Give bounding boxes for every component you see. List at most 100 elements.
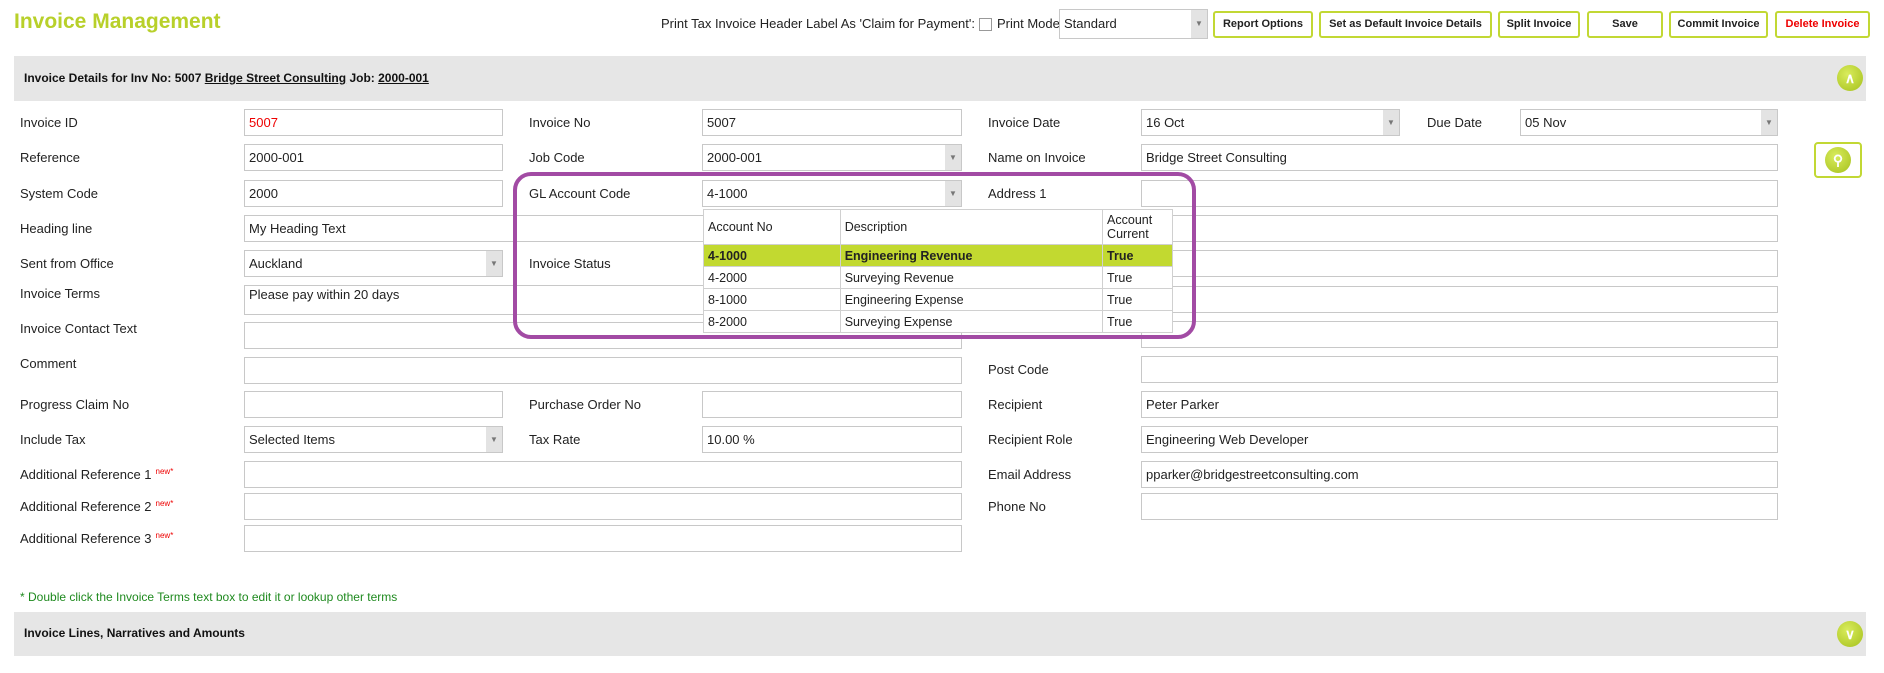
claim-for-payment-label: Print Tax Invoice Header Label As 'Claim… (661, 16, 975, 31)
label-text: Additional Reference 1 (20, 467, 152, 482)
comment-input[interactable] (244, 357, 962, 384)
invoice-date-select[interactable]: 16 Oct ▼ (1141, 109, 1400, 136)
save-button[interactable]: Save (1587, 11, 1663, 38)
client-link[interactable]: Bridge Street Consulting (205, 71, 346, 85)
set-default-invoice-details-button[interactable]: Set as Default Invoice Details (1319, 11, 1492, 38)
recipient-role-label: Recipient Role (988, 432, 1073, 447)
email-address-label: Email Address (988, 467, 1072, 482)
recipient-role-input[interactable]: Engineering Web Developer (1141, 426, 1778, 453)
invoice-status-label: Invoice Status (529, 256, 611, 271)
job-code-select[interactable]: 2000-001 ▼ (702, 144, 962, 171)
new-badge: new* (155, 467, 174, 476)
additional-reference-3-label: Additional Reference 3 new* (20, 525, 173, 552)
include-tax-value: Selected Items (249, 432, 335, 447)
account-no: 8-2000 (703, 310, 841, 333)
collapse-up-icon[interactable]: ∧ (1837, 65, 1863, 91)
due-date-value: 05 Nov (1525, 115, 1567, 130)
invoice-lines-header[interactable]: Invoice Lines, Narratives and Amounts ∨ (14, 612, 1866, 656)
expand-down-icon[interactable]: ∨ (1837, 621, 1863, 647)
progress-claim-no-label: Progress Claim No (20, 397, 130, 412)
label-text: Additional Reference 2 (20, 499, 152, 514)
additional-reference-2-input[interactable] (244, 493, 962, 520)
invoice-details-title: Invoice Details for Inv No: 5007 Bridge … (24, 71, 429, 85)
new-badge: new* (155, 499, 174, 508)
job-code-label: Job Code (529, 150, 585, 165)
due-date-label: Due Date (1427, 115, 1482, 130)
description: Engineering Expense (839, 288, 1104, 311)
print-mode-select[interactable]: Standard ▼ (1059, 9, 1208, 39)
sent-from-office-value: Auckland (249, 256, 303, 271)
dropdown-option[interactable]: 8-1000 Engineering Expense True (703, 288, 1173, 311)
account-current: True (1102, 244, 1173, 267)
tax-rate-input[interactable]: 10.00 % (702, 426, 962, 453)
column-header: Account No (703, 209, 841, 245)
split-invoice-button[interactable]: Split Invoice (1498, 11, 1580, 38)
description: Engineering Revenue (839, 244, 1104, 267)
contact-lookup-button[interactable]: ⚲ (1814, 142, 1862, 178)
report-options-button[interactable]: Report Options (1213, 11, 1313, 38)
email-address-input[interactable]: pparker@bridgestreetconsulting.com (1141, 461, 1778, 488)
job-code-value: 2000-001 (707, 150, 762, 165)
additional-reference-3-input[interactable] (244, 525, 962, 552)
progress-claim-no-input[interactable] (244, 391, 503, 418)
address-2-input[interactable] (1141, 215, 1778, 242)
gl-account-dropdown: Account No Description Account Current 4… (703, 209, 1173, 333)
invoice-number-text: Invoice Details for Inv No: 5007 (24, 71, 202, 85)
comment-label: Comment (20, 356, 77, 371)
commit-invoice-button[interactable]: Commit Invoice (1669, 11, 1768, 38)
job-label: Job: (349, 71, 375, 85)
address-4-input[interactable] (1141, 286, 1778, 313)
claim-for-payment-option[interactable]: Print Tax Invoice Header Label As 'Claim… (661, 11, 992, 37)
page-title: Invoice Management (14, 10, 221, 33)
chevron-down-icon: ▼ (1383, 110, 1399, 135)
dropdown-header-row: Account No Description Account Current (703, 209, 1173, 245)
additional-reference-1-input[interactable] (244, 461, 962, 488)
dropdown-option[interactable]: 4-2000 Surveying Revenue True (703, 266, 1173, 289)
phone-no-input[interactable] (1141, 493, 1778, 520)
additional-reference-1-label: Additional Reference 1 new* (20, 461, 173, 488)
chevron-down-icon: ▼ (945, 181, 961, 206)
sent-from-office-select[interactable]: Auckland ▼ (244, 250, 503, 277)
purchase-order-no-label: Purchase Order No (529, 397, 641, 412)
column-header: Account Current (1102, 209, 1173, 245)
post-code-input[interactable] (1141, 356, 1778, 383)
recipient-label: Recipient (988, 397, 1043, 412)
gl-account-code-value: 4-1000 (707, 186, 748, 201)
delete-invoice-button[interactable]: Delete Invoice (1775, 11, 1870, 38)
account-current: True (1102, 310, 1173, 333)
address-3-input[interactable] (1141, 250, 1778, 277)
address-5-input[interactable] (1141, 321, 1778, 348)
invoice-id-input[interactable]: 5007 (244, 109, 503, 136)
gl-account-code-label: GL Account Code (529, 186, 631, 201)
reference-input[interactable]: 2000-001 (244, 144, 503, 171)
claim-for-payment-checkbox[interactable] (978, 18, 992, 32)
system-code-input[interactable]: 2000 (244, 180, 503, 207)
invoice-id-label: Invoice ID (20, 115, 78, 130)
purchase-order-no-input[interactable] (702, 391, 962, 418)
include-tax-select[interactable]: Selected Items ▼ (244, 426, 503, 453)
footnote: * Double click the Invoice Terms text bo… (20, 590, 398, 604)
chevron-down-icon: ▼ (945, 145, 961, 170)
description: Surveying Expense (839, 310, 1104, 333)
post-code-label: Post Code (988, 362, 1049, 377)
chevron-down-icon: ▼ (1191, 10, 1207, 38)
dropdown-option-selected[interactable]: 4-1000 Engineering Revenue True (703, 244, 1173, 267)
name-on-invoice-input[interactable]: Bridge Street Consulting (1141, 144, 1778, 171)
invoice-lines-title: Invoice Lines, Narratives and Amounts (24, 626, 245, 640)
recipient-input[interactable]: Peter Parker (1141, 391, 1778, 418)
invoice-contact-text-label: Invoice Contact Text (20, 321, 137, 336)
dropdown-option[interactable]: 8-2000 Surveying Expense True (703, 310, 1173, 333)
description: Surveying Revenue (839, 266, 1104, 289)
invoice-no-input[interactable]: 5007 (702, 109, 962, 136)
gl-account-code-select[interactable]: 4-1000 ▼ (702, 180, 962, 207)
print-mode-label: Print Mode: (997, 16, 1064, 31)
due-date-select[interactable]: 05 Nov ▼ (1520, 109, 1778, 136)
invoice-terms-label: Invoice Terms (20, 286, 100, 301)
search-icon: ⚲ (1825, 147, 1851, 173)
invoice-date-label: Invoice Date (988, 115, 1061, 130)
address-1-input[interactable] (1141, 180, 1778, 207)
job-link[interactable]: 2000-001 (378, 71, 429, 85)
chevron-down-icon: ▼ (486, 251, 502, 276)
address-1-label: Address 1 (988, 186, 1047, 201)
heading-line-label: Heading line (20, 221, 93, 236)
